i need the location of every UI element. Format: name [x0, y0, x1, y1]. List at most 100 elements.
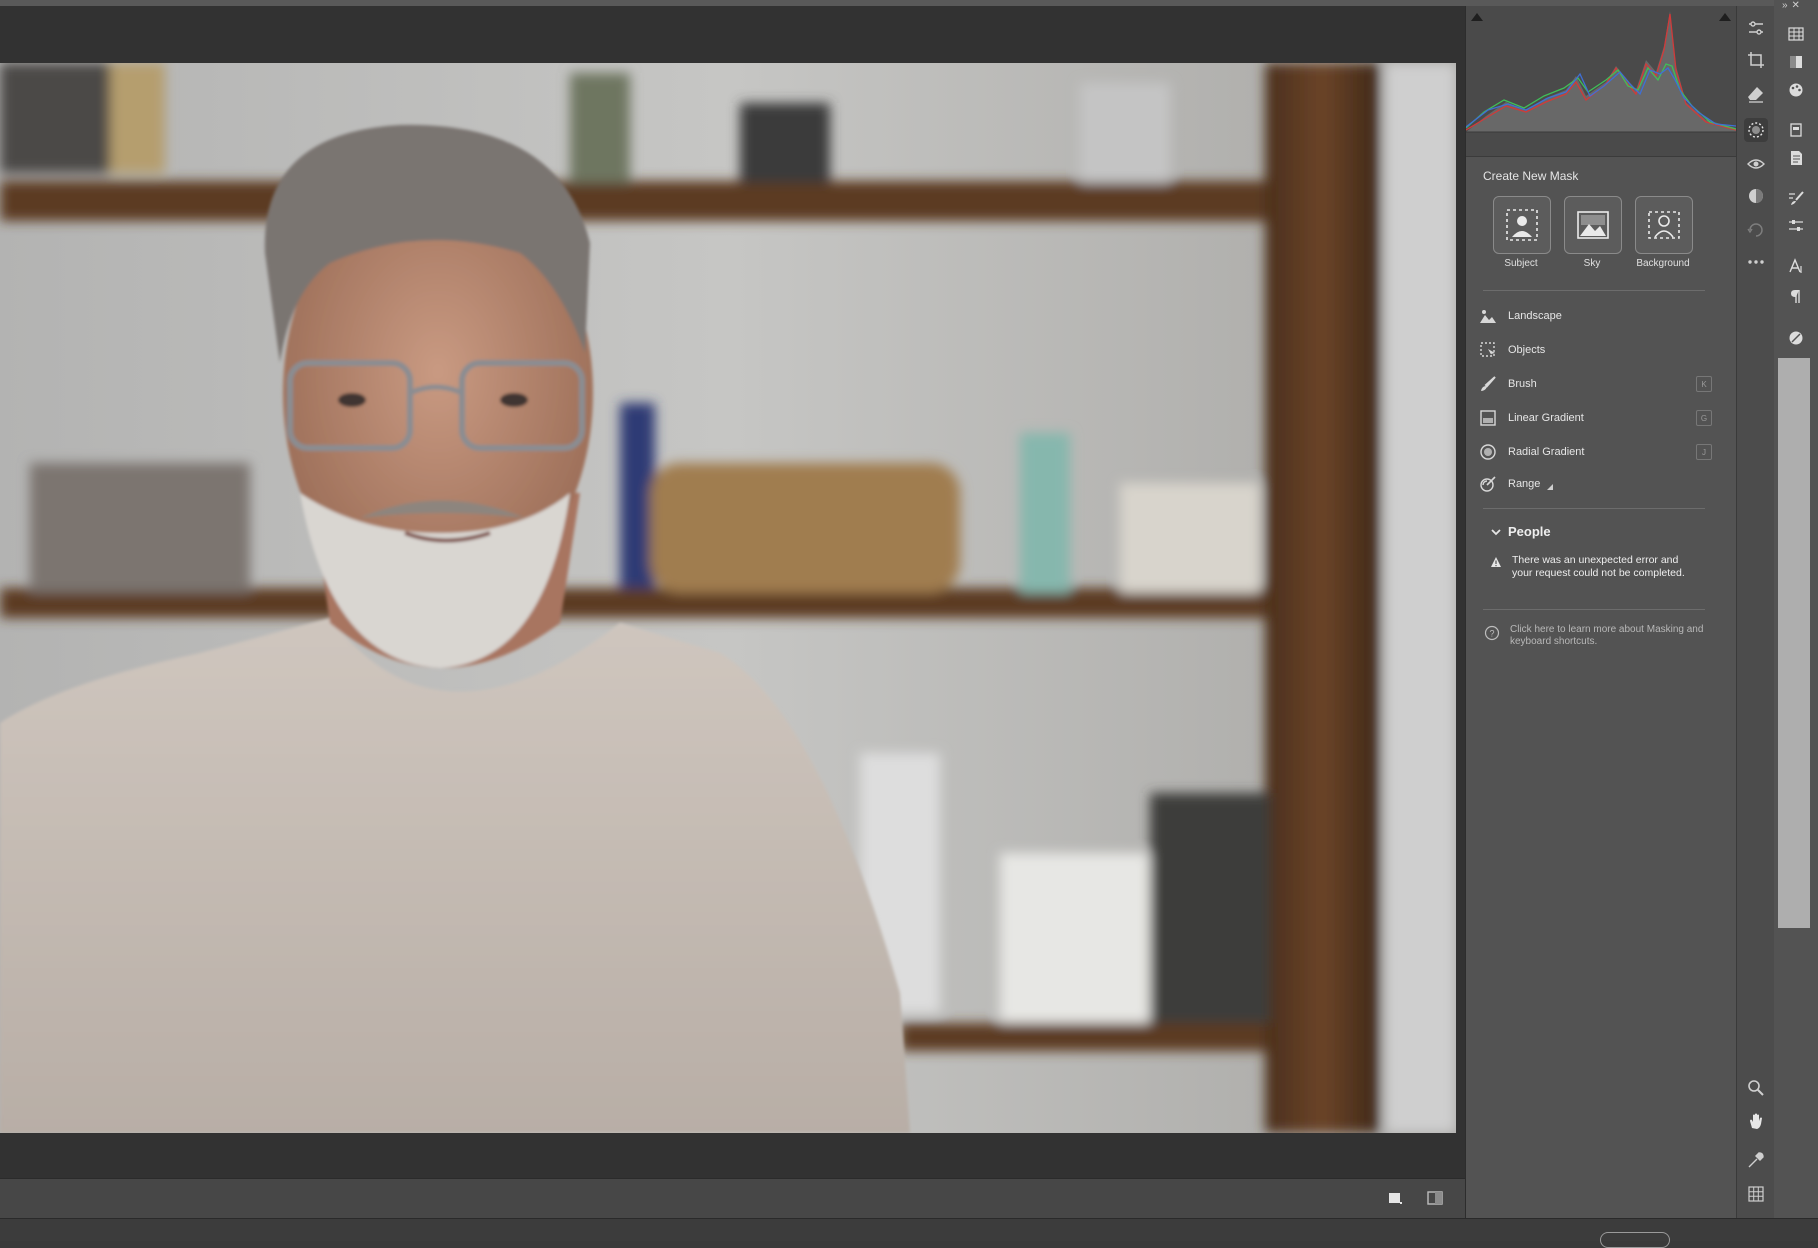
filmstrip-toolbar: [0, 1178, 1465, 1219]
histogram: [1465, 6, 1737, 157]
masking-icon: [1748, 122, 1764, 138]
background-mask-button[interactable]: [1635, 196, 1693, 254]
people-section-label: People: [1508, 524, 1551, 539]
landscape-icon: [1476, 304, 1500, 328]
remove-tool-button[interactable]: [1744, 82, 1768, 106]
person-icon: [1506, 209, 1538, 241]
more-options-button[interactable]: [1744, 250, 1768, 274]
radial-gradient-shortcut: J: [1696, 444, 1712, 460]
sliders-icon: [1749, 21, 1763, 35]
histogram-graph: [1465, 11, 1737, 133]
dock-mask-button[interactable]: [1784, 326, 1808, 350]
compare-view-button[interactable]: [1424, 1188, 1446, 1208]
dock-table-button[interactable]: [1784, 22, 1808, 46]
landscape-tool[interactable]: Landscape: [1476, 302, 1716, 330]
landscape-label: Landscape: [1508, 310, 1562, 322]
eraser-icon: [1748, 87, 1763, 103]
divider: [1483, 609, 1705, 610]
gradient-icon: [1790, 56, 1802, 68]
presets-tool-button[interactable]: [1744, 184, 1768, 208]
photo-preview[interactable]: [0, 63, 1456, 1133]
hand-tool-button[interactable]: [1744, 1109, 1768, 1133]
single-view-button[interactable]: [1384, 1188, 1406, 1208]
table-icon: [1788, 27, 1804, 41]
sky-label: Sky: [1583, 258, 1601, 269]
shadow-clipping-icon[interactable]: [1470, 12, 1484, 22]
create-new-mask-title: Create New Mask: [1483, 169, 1579, 183]
more-dots-icon: [1748, 260, 1764, 264]
before-after-icon: [1427, 1191, 1443, 1205]
linear-gradient-tool[interactable]: Linear Gradient G: [1476, 404, 1716, 432]
linear-gradient-icon: [1476, 406, 1500, 430]
masking-panel: Create New Mask Subject Sky Background L…: [1465, 6, 1737, 1218]
grid-overlay-button[interactable]: [1744, 1182, 1768, 1206]
background-label: Background: [1636, 258, 1690, 269]
sky-mask-button[interactable]: [1564, 196, 1622, 254]
dock-document-button[interactable]: [1784, 146, 1808, 170]
paragraph-icon: [1791, 290, 1800, 303]
subject-label: Subject: [1504, 258, 1538, 269]
help-icon: ?: [1484, 625, 1500, 641]
people-error-message: There was an unexpected error and your r…: [1490, 554, 1700, 580]
footer-button[interactable]: [1600, 1232, 1670, 1248]
portrait-photo: [0, 63, 1456, 1133]
document-icon: [1791, 151, 1802, 165]
sky-icon: [1577, 211, 1609, 239]
chevron-down-icon: [1491, 528, 1501, 535]
dock-gradient-button[interactable]: [1784, 50, 1808, 74]
dock-adjustments-button[interactable]: [1784, 214, 1808, 238]
brush-shortcut: K: [1696, 376, 1712, 392]
objects-label: Objects: [1508, 344, 1546, 356]
snapshot-icon: [1747, 223, 1763, 237]
error-text: There was an unexpected error and your r…: [1512, 554, 1685, 579]
color-palette-icon: [1789, 83, 1803, 97]
presets-icon: [1749, 189, 1763, 203]
panel-dock: »✕: [1774, 0, 1818, 1218]
zoom-tool-button[interactable]: [1744, 1076, 1768, 1100]
divider: [1483, 290, 1705, 291]
edit-tool-button[interactable]: [1744, 16, 1768, 40]
subject-mask-button[interactable]: [1493, 196, 1551, 254]
help-text: Click here to learn more about Masking a…: [1510, 624, 1704, 647]
brush-tool[interactable]: Brush K: [1476, 370, 1716, 398]
dock-character-button[interactable]: [1784, 254, 1808, 278]
range-label: Range: [1508, 478, 1541, 490]
range-tool[interactable]: Range: [1476, 470, 1716, 498]
edit-tool-strip: [1736, 6, 1775, 1218]
people-section-toggle[interactable]: People: [1490, 524, 1551, 539]
status-footer: [0, 1218, 1818, 1241]
dock-color-button[interactable]: [1784, 78, 1808, 102]
snapshots-tool-button[interactable]: [1744, 218, 1768, 242]
hand-icon: [1750, 1113, 1762, 1129]
zoom-icon: [1748, 1080, 1764, 1096]
divider: [1483, 508, 1705, 509]
masking-tool-button[interactable]: [1744, 118, 1768, 142]
linear-gradient-label: Linear Gradient: [1508, 412, 1584, 424]
dock-controls[interactable]: »✕: [1782, 0, 1804, 11]
red-eye-tool-button[interactable]: [1744, 152, 1768, 176]
mask-icon: [1789, 331, 1803, 345]
submenu-triangle-icon: [1547, 484, 1554, 490]
dock-scrollbar[interactable]: [1778, 358, 1810, 928]
adjustments-icon: [1789, 220, 1803, 231]
objects-icon: [1476, 338, 1500, 362]
single-view-icon: [1389, 1193, 1402, 1204]
libraries-icon: [1790, 123, 1802, 137]
linear-gradient-shortcut: G: [1696, 410, 1712, 426]
crop-icon: [1748, 52, 1764, 68]
objects-tool[interactable]: Objects: [1476, 336, 1716, 364]
dock-brush-settings-button[interactable]: [1784, 186, 1808, 210]
highlight-clipping-icon[interactable]: [1718, 12, 1732, 22]
radial-gradient-tool[interactable]: Radial Gradient J: [1476, 438, 1716, 466]
crop-tool-button[interactable]: [1744, 48, 1768, 72]
grid-icon: [1748, 1186, 1764, 1202]
eye-icon: [1747, 159, 1765, 169]
image-canvas[interactable]: [0, 6, 1465, 1178]
dock-paragraph-button[interactable]: [1784, 284, 1808, 308]
masking-help-link[interactable]: ? Click here to learn more about Masking…: [1484, 624, 1714, 648]
dock-libraries-button[interactable]: [1784, 118, 1808, 142]
character-icon: [1789, 258, 1802, 273]
svg-text:?: ?: [1489, 629, 1494, 639]
white-balance-tool-button[interactable]: [1744, 1148, 1768, 1172]
brush-label: Brush: [1508, 378, 1537, 390]
